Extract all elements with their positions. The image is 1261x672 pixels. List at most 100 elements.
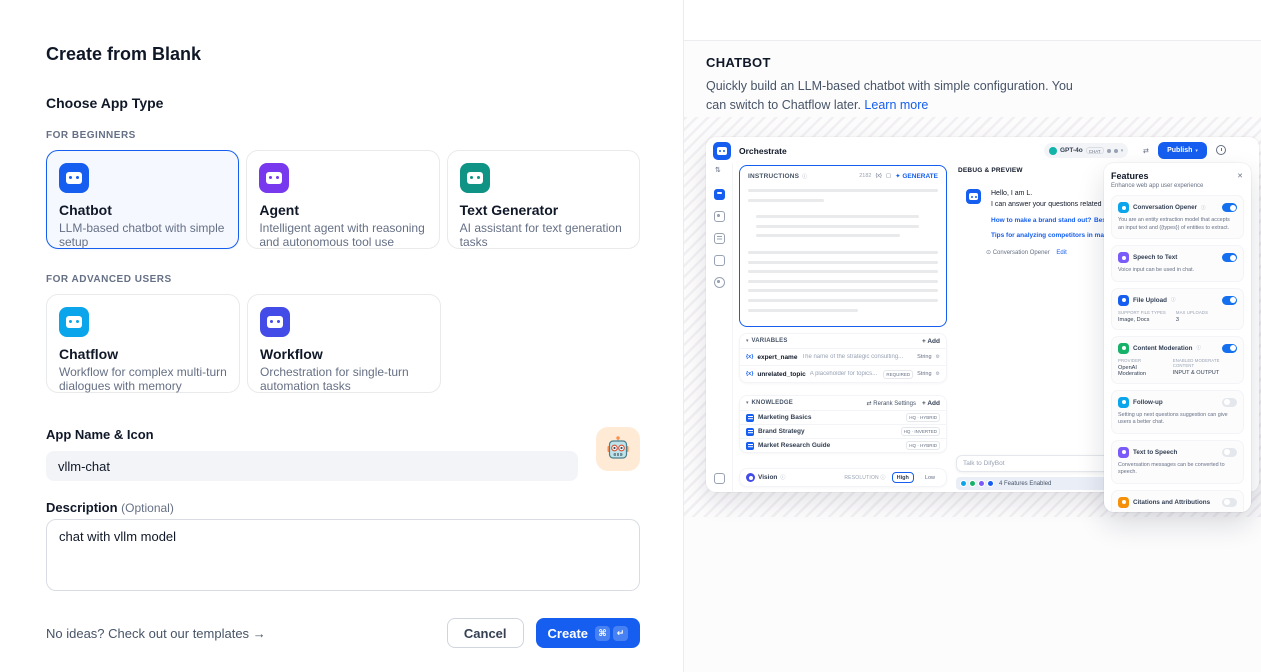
knowledge-tag: HQ · HYBRID <box>906 413 940 422</box>
variable-row: {x} unrelated_topic A placeholder for to… <box>740 365 946 382</box>
dataset-icon <box>746 428 754 436</box>
features-list: Conversation Opener ⓘ You are an entity … <box>1111 195 1244 512</box>
page-title: Create from Blank <box>46 44 640 65</box>
sidebar-document-icon <box>714 233 725 244</box>
bot-glyph-icon <box>717 147 727 155</box>
knowledge-name: Marketing Basics <box>758 414 902 421</box>
kv-value: INPUT & OUTPUT <box>1173 370 1237 376</box>
cancel-button[interactable]: Cancel <box>447 618 524 648</box>
templates-link[interactable]: No ideas? Check out our templates → <box>46 626 266 641</box>
footer-buttons: Cancel Create ⌘ ↵ <box>447 618 640 648</box>
app-type-card[interactable]: Chatbot LLM-based chatbot with simple se… <box>46 150 239 249</box>
model-provider-icon <box>1049 147 1057 155</box>
rerank-icon: ⇄ <box>867 401 872 407</box>
model-settings-icon: ⇄ <box>1143 147 1149 155</box>
variable-icon: {x} <box>875 173 881 179</box>
history-icon <box>1216 145 1226 155</box>
feature-row: Conversation Opener ⓘ <box>1118 202 1237 213</box>
chat-greeting-line1: Hello, I am L. <box>991 190 1032 197</box>
app-name-input[interactable] <box>46 451 578 481</box>
sidebar-bottom-icon <box>714 473 725 484</box>
arrow-right-icon: → <box>253 626 266 641</box>
knowledge-section: ▾ KNOWLEDGE ⇄ Rerank Settings + Add Mark… <box>739 395 947 453</box>
feature-row: Follow-up <box>1118 397 1237 408</box>
app-type-desc: LLM-based chatbot with simple setup <box>59 221 226 250</box>
app-type-card[interactable]: Chatflow Workflow for complex multi-turn… <box>46 294 240 393</box>
app-name-label: App Name & Icon <box>46 427 640 442</box>
caret-icon: ▾ <box>746 338 749 344</box>
feature-card: Speech to Text Voice input can be used i… <box>1111 245 1244 282</box>
dataset-icon <box>746 442 754 450</box>
feature-kv-col: ENABLED MODERATE CONTENT INPUT & OUTPUT <box>1173 358 1237 377</box>
knowledge-name: Market Research Guide <box>758 442 902 449</box>
app-type-card[interactable]: Workflow Orchestration for single-turn a… <box>247 294 441 393</box>
feature-title: Text to Speech <box>1133 449 1177 456</box>
app-type-icon <box>259 163 289 193</box>
kv-label: PROVIDER <box>1118 358 1163 363</box>
features-header: Features Enhance web app user experience… <box>1111 171 1244 189</box>
feature-kv: SUPPORT FILE TYPES Image, Docs MAX UPLOA… <box>1118 310 1237 323</box>
app-type-desc: Orchestration for single-turn automation… <box>260 365 428 394</box>
advanced-cards-row: Chatflow Workflow for complex multi-turn… <box>46 294 640 393</box>
app-icon-picker[interactable] <box>596 427 640 471</box>
model-tag: CHAT <box>1086 147 1104 154</box>
edit-link: Edit <box>1056 250 1066 256</box>
app-type-desc: Workflow for complex multi-turn dialogue… <box>59 365 227 394</box>
features-enabled-label: 4 Features Enabled <box>999 481 1051 487</box>
feature-toggle <box>1222 398 1237 407</box>
gear-icon: ⚙ <box>936 354 940 360</box>
chat-suggestion-2: Tips for analyzing competitors in marke <box>991 232 1111 239</box>
bot-glyph-icon <box>467 172 483 184</box>
feature-dot-icon <box>969 480 976 487</box>
pv-header: Orchestrate GPT-4o CHAT ▾ ⇄ Publish ▾ <box>706 137 1259 163</box>
vision-row: Vision ⓘ RESOLUTION ⓘ High Low <box>739 468 947 487</box>
gear-icon: ⚙ <box>936 371 940 377</box>
bot-glyph-icon <box>969 193 978 200</box>
generate-button: ✦ GENERATE <box>895 172 938 180</box>
app-type-icon <box>59 307 89 337</box>
description-textarea[interactable]: chat with vllm model <box>46 519 640 591</box>
feature-icon <box>1118 343 1129 354</box>
knowledge-row: Marketing Basics HQ · HYBRID <box>740 410 946 424</box>
sidebar-notebook-icon <box>714 255 725 266</box>
opener-icon: ⊙ <box>986 250 991 256</box>
feature-toggle <box>1222 253 1237 262</box>
cmd-key-icon: ⌘ <box>595 626 610 641</box>
add-knowledge-button: + Add <box>922 400 940 407</box>
variable-icon: {x} <box>746 354 753 360</box>
choose-app-type-label: Choose App Type <box>46 95 640 111</box>
variable-row: {x} expert_name The name of the strategi… <box>740 348 946 365</box>
app-type-card[interactable]: Agent Intelligent agent with reasoning a… <box>246 150 439 249</box>
create-button[interactable]: Create ⌘ ↵ <box>536 618 640 648</box>
app-type-desc: AI assistant for text generation tasks <box>460 221 627 250</box>
pv-model-selector: GPT-4o CHAT ▾ <box>1044 143 1128 158</box>
description-label-text: Description <box>46 500 118 515</box>
templates-link-text: No ideas? Check out our templates <box>46 626 249 641</box>
sidebar-image-icon <box>714 211 725 222</box>
variable-type: String <box>917 371 931 377</box>
variables-header: ▾ VARIABLES + Add <box>740 334 946 348</box>
app-type-icon <box>59 163 89 193</box>
features-panel: Features Enhance web app user experience… <box>1104 163 1251 512</box>
resolution-label-text: RESOLUTION <box>844 475 879 481</box>
feature-icon <box>1118 295 1129 306</box>
sort-icon: ⇅ <box>715 166 721 174</box>
instructions-skeleton <box>748 189 938 312</box>
app-type-card[interactable]: Text Generator AI assistant for text gen… <box>447 150 640 249</box>
variable-desc: The name of the strategic consulting... <box>801 354 913 360</box>
feature-kv-col: SUPPORT FILE TYPES Image, Docs <box>1118 310 1166 323</box>
preview-description: Quickly build an LLM-based chatbot with … <box>706 77 1096 115</box>
enter-key-icon: ↵ <box>613 626 628 641</box>
bot-glyph-icon <box>66 316 82 328</box>
feature-title: Speech to Text <box>1133 254 1177 261</box>
char-count: 2182 <box>859 173 871 179</box>
copy-icon: ▢ <box>886 173 891 179</box>
learn-more-link[interactable]: Learn more <box>864 98 928 112</box>
feature-title: Content Moderation <box>1133 345 1192 352</box>
info-icon: ⓘ <box>802 173 807 180</box>
chevron-down-icon: ▾ <box>1195 148 1198 154</box>
variables-section: ▾ VARIABLES + Add {x} expert_name The na… <box>739 333 947 383</box>
close-icon: ✕ <box>1237 172 1243 180</box>
app-type-title: Workflow <box>260 346 428 362</box>
feature-card: Content Moderation ⓘ PROVIDER OpenAI Mod… <box>1111 336 1244 384</box>
